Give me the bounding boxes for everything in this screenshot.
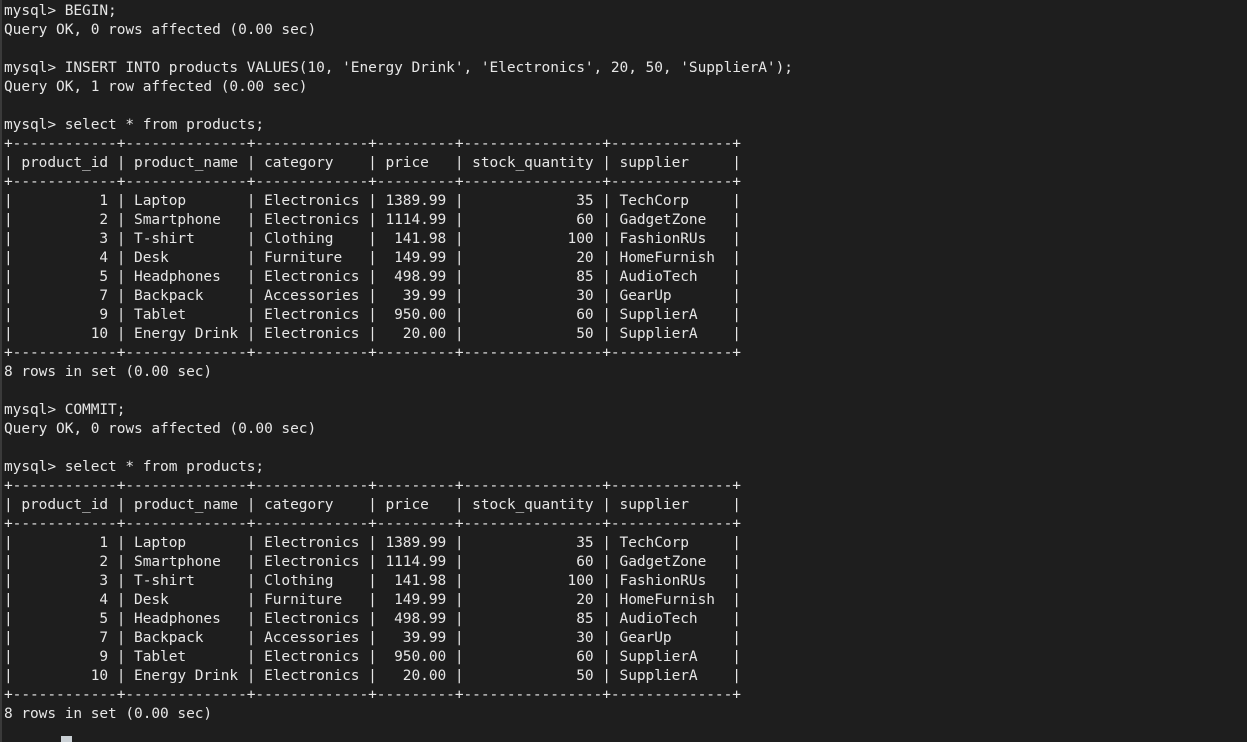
terminal-line-command: mysql> BEGIN;	[4, 3, 117, 19]
terminal-line-status: Query OK, 1 row affected (0.00 sec)	[4, 79, 308, 95]
terminal-line-row: | 5 | Headphones | Electronics | 498.99 …	[4, 611, 741, 627]
terminal-line-status: Query OK, 0 rows affected (0.00 sec)	[4, 421, 317, 437]
terminal-line-status: Query OK, 0 rows affected (0.00 sec)	[4, 22, 317, 38]
terminal-line-row: | 10 | Energy Drink | Electronics | 20.0…	[4, 326, 741, 342]
terminal-line-command: mysql> INSERT INTO products VALUES(10, '…	[4, 60, 793, 76]
terminal-line-separator: +------------+--------------+-----------…	[4, 478, 741, 494]
terminal-line-row: | 9 | Tablet | Electronics | 950.00 | 60…	[4, 649, 741, 665]
terminal-line-row: | 7 | Backpack | Accessories | 39.99 | 3…	[4, 630, 741, 646]
terminal-line-row: | 9 | Tablet | Electronics | 950.00 | 60…	[4, 307, 741, 323]
terminal-line-row: | 4 | Desk | Furniture | 149.99 | 20 | H…	[4, 250, 741, 266]
terminal-output: mysql> BEGIN; Query OK, 0 rows affected (…	[4, 2, 1247, 724]
terminal-line-header: | product_id | product_name | category |…	[4, 155, 741, 171]
terminal-line-status: 8 rows in set (0.00 sec)	[4, 706, 213, 722]
terminal-line-row: | 10 | Energy Drink | Electronics | 20.0…	[4, 668, 741, 684]
terminal-line-separator: +------------+--------------+-----------…	[4, 136, 741, 152]
terminal-line-row: | 2 | Smartphone | Electronics | 1114.99…	[4, 212, 741, 228]
terminal-line-row: | 3 | T-shirt | Clothing | 141.98 | 100 …	[4, 573, 741, 589]
terminal-line-row: | 5 | Headphones | Electronics | 498.99 …	[4, 269, 741, 285]
terminal-line-row: | 1 | Laptop | Electronics | 1389.99 | 3…	[4, 535, 741, 551]
terminal-line-separator: +------------+--------------+-----------…	[4, 174, 741, 190]
terminal-cursor-line	[4, 724, 1247, 742]
terminal-line-row: | 1 | Laptop | Electronics | 1389.99 | 3…	[4, 193, 741, 209]
terminal-line-status: 8 rows in set (0.00 sec)	[4, 364, 213, 380]
terminal-line-row: | 3 | T-shirt | Clothing | 141.98 | 100 …	[4, 231, 741, 247]
terminal-line-row: | 2 | Smartphone | Electronics | 1114.99…	[4, 554, 741, 570]
terminal-line-separator: +------------+--------------+-----------…	[4, 345, 741, 361]
terminal-line-separator: +------------+--------------+-----------…	[4, 516, 741, 532]
terminal-line-row: | 4 | Desk | Furniture | 149.99 | 20 | H…	[4, 592, 741, 608]
terminal-left-edge	[0, 0, 2, 742]
text-cursor	[61, 736, 72, 742]
terminal-line-separator: +------------+--------------+-----------…	[4, 687, 741, 703]
terminal-line-command: mysql> select * from products;	[4, 117, 265, 133]
terminal-line-command: mysql> COMMIT;	[4, 402, 126, 418]
terminal-line-row: | 7 | Backpack | Accessories | 39.99 | 3…	[4, 288, 741, 304]
terminal-line-command: mysql> select * from products;	[4, 459, 265, 475]
terminal-line-header: | product_id | product_name | category |…	[4, 497, 741, 513]
terminal-window[interactable]: mysql> BEGIN; Query OK, 0 rows affected (…	[0, 0, 1247, 742]
